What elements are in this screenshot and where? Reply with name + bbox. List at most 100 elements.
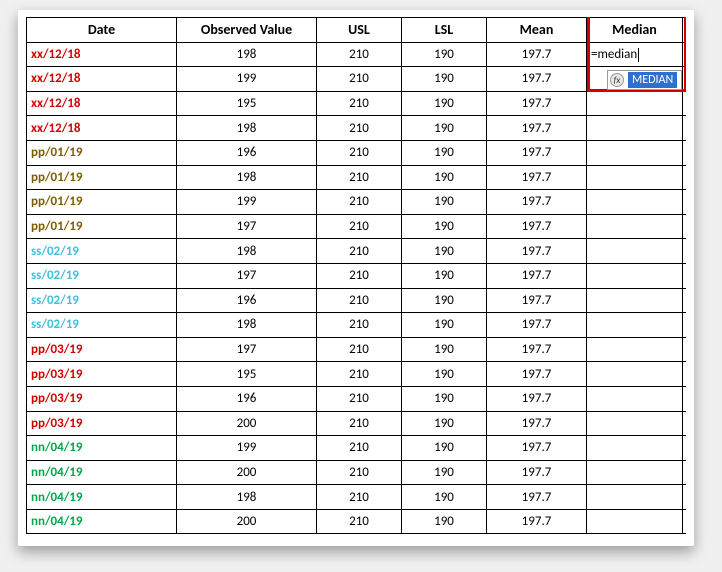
cell-median[interactable]: [587, 386, 683, 411]
cell-observed[interactable]: 199: [177, 436, 317, 461]
cell-median[interactable]: [587, 313, 683, 338]
cell-usl[interactable]: 210: [317, 239, 402, 264]
header-date[interactable]: Date: [27, 18, 177, 43]
cell-mean[interactable]: 197.7: [487, 460, 587, 485]
cell-date[interactable]: ss/02/19: [27, 288, 177, 313]
cell-extra[interactable]: [683, 165, 687, 190]
cell-median[interactable]: [587, 460, 683, 485]
header-usl[interactable]: USL: [317, 18, 402, 43]
cell-lsl[interactable]: 190: [402, 190, 487, 215]
cell-extra[interactable]: [683, 263, 687, 288]
cell-extra[interactable]: [683, 313, 687, 338]
cell-lsl[interactable]: 190: [402, 214, 487, 239]
cell-extra[interactable]: [683, 239, 687, 264]
cell-usl[interactable]: 210: [317, 91, 402, 116]
cell-lsl[interactable]: 190: [402, 239, 487, 264]
cell-median[interactable]: [587, 436, 683, 461]
cell-usl[interactable]: 210: [317, 165, 402, 190]
cell-mean[interactable]: 197.7: [487, 165, 587, 190]
cell-usl[interactable]: 210: [317, 509, 402, 534]
cell-median[interactable]: [587, 116, 683, 141]
cell-lsl[interactable]: 190: [402, 116, 487, 141]
cell-median[interactable]: [587, 140, 683, 165]
cell-date[interactable]: pp/01/19: [27, 165, 177, 190]
cell-mean[interactable]: 197.7: [487, 509, 587, 534]
cell-date[interactable]: nn/04/19: [27, 460, 177, 485]
cell-usl[interactable]: 210: [317, 411, 402, 436]
cell-observed[interactable]: 198: [177, 42, 317, 67]
cell-observed[interactable]: 195: [177, 91, 317, 116]
cell-extra[interactable]: [683, 362, 687, 387]
cell-mean[interactable]: 197.7: [487, 263, 587, 288]
cell-date[interactable]: pp/03/19: [27, 386, 177, 411]
cell-mean[interactable]: 197.7: [487, 386, 587, 411]
cell-date[interactable]: pp/03/19: [27, 362, 177, 387]
cell-mean[interactable]: 197.7: [487, 362, 587, 387]
cell-median[interactable]: [587, 509, 683, 534]
cell-observed[interactable]: 196: [177, 386, 317, 411]
cell-mean[interactable]: 197.7: [487, 116, 587, 141]
cell-observed[interactable]: 198: [177, 165, 317, 190]
cell-lsl[interactable]: 190: [402, 337, 487, 362]
cell-extra[interactable]: [683, 214, 687, 239]
cell-extra[interactable]: [683, 485, 687, 510]
cell-date[interactable]: ss/02/19: [27, 263, 177, 288]
cell-observed[interactable]: 195: [177, 362, 317, 387]
cell-mean[interactable]: 197.7: [487, 42, 587, 67]
cell-date[interactable]: nn/04/19: [27, 485, 177, 510]
cell-date[interactable]: pp/01/19: [27, 214, 177, 239]
cell-usl[interactable]: 210: [317, 288, 402, 313]
header-lsl[interactable]: LSL: [402, 18, 487, 43]
cell-extra[interactable]: [683, 436, 687, 461]
cell-mean[interactable]: 197.7: [487, 190, 587, 215]
cell-lsl[interactable]: 190: [402, 436, 487, 461]
cell-lsl[interactable]: 190: [402, 509, 487, 534]
cell-lsl[interactable]: 190: [402, 91, 487, 116]
autocomplete-option-median[interactable]: MEDIAN: [628, 72, 677, 88]
cell-mean[interactable]: 197.7: [487, 214, 587, 239]
cell-observed[interactable]: 200: [177, 460, 317, 485]
cell-observed[interactable]: 197: [177, 263, 317, 288]
cell-date[interactable]: ss/02/19: [27, 313, 177, 338]
header-mean[interactable]: Mean: [487, 18, 587, 43]
cell-lsl[interactable]: 190: [402, 411, 487, 436]
cell-observed[interactable]: 200: [177, 509, 317, 534]
cell-date[interactable]: pp/01/19: [27, 140, 177, 165]
formula-autocomplete[interactable]: fx MEDIAN: [607, 70, 682, 90]
cell-lsl[interactable]: 190: [402, 460, 487, 485]
header-median[interactable]: Median: [587, 18, 683, 43]
cell-mean[interactable]: 197.7: [487, 411, 587, 436]
cell-extra[interactable]: [683, 140, 687, 165]
cell-observed[interactable]: 198: [177, 485, 317, 510]
cell-extra[interactable]: [683, 337, 687, 362]
cell-median[interactable]: [587, 337, 683, 362]
cell-lsl[interactable]: 190: [402, 288, 487, 313]
cell-lsl[interactable]: 190: [402, 485, 487, 510]
header-extra[interactable]: [683, 18, 687, 43]
cell-lsl[interactable]: 190: [402, 42, 487, 67]
cell-mean[interactable]: 197.7: [487, 239, 587, 264]
cell-mean[interactable]: 197.7: [487, 140, 587, 165]
cell-median[interactable]: [587, 214, 683, 239]
cell-usl[interactable]: 210: [317, 313, 402, 338]
cell-mean[interactable]: 197.7: [487, 67, 587, 92]
cell-extra[interactable]: [683, 460, 687, 485]
cell-median[interactable]: [587, 91, 683, 116]
cell-extra[interactable]: [683, 288, 687, 313]
cell-median[interactable]: [587, 288, 683, 313]
cell-usl[interactable]: 210: [317, 436, 402, 461]
cell-lsl[interactable]: 190: [402, 165, 487, 190]
cell-date[interactable]: ss/02/19: [27, 239, 177, 264]
cell-extra[interactable]: [683, 91, 687, 116]
cell-usl[interactable]: 210: [317, 485, 402, 510]
cell-extra[interactable]: [683, 411, 687, 436]
cell-median[interactable]: [587, 362, 683, 387]
header-observed[interactable]: Observed Value: [177, 18, 317, 43]
cell-observed[interactable]: 198: [177, 116, 317, 141]
cell-date[interactable]: xx/12/18: [27, 116, 177, 141]
cell-median[interactable]: [587, 485, 683, 510]
cell-usl[interactable]: 210: [317, 386, 402, 411]
cell-median[interactable]: [587, 411, 683, 436]
cell-median[interactable]: =median: [587, 42, 683, 67]
cell-median[interactable]: [587, 263, 683, 288]
